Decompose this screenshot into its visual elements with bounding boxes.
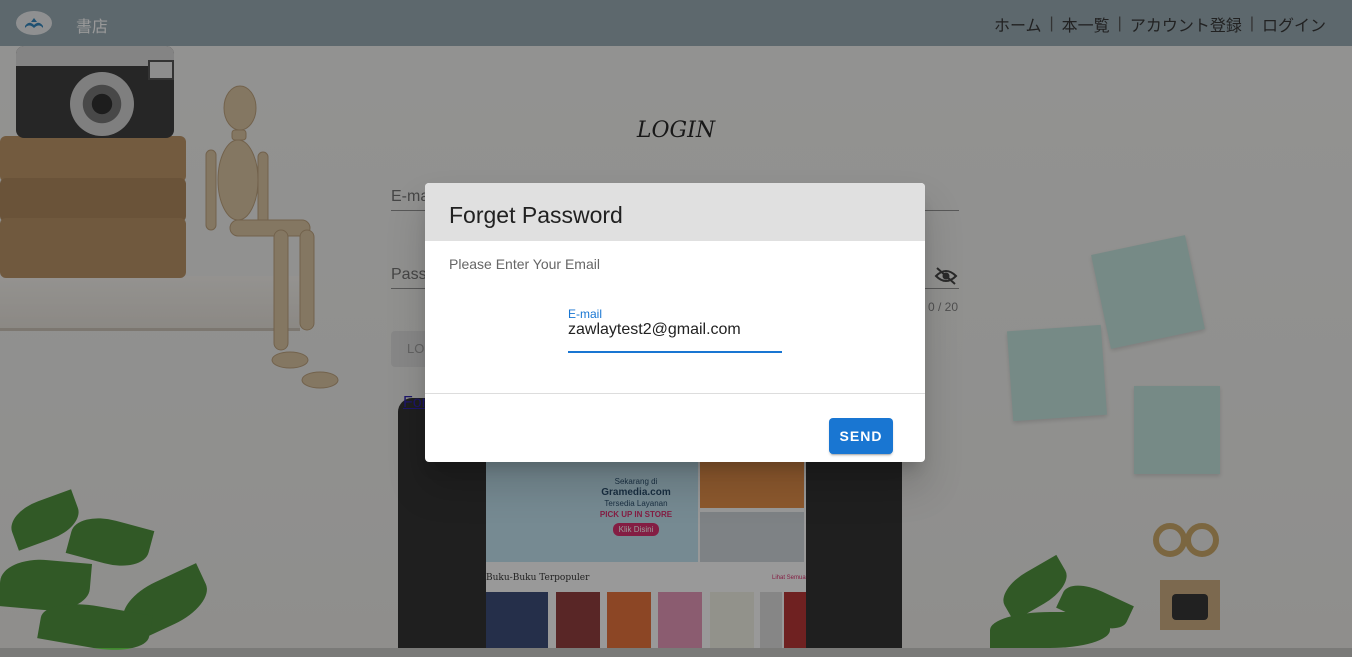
dialog-divider bbox=[425, 393, 925, 394]
dialog-title: Forget Password bbox=[449, 202, 623, 228]
forget-password-dialog: Forget Password Please Enter Your Email … bbox=[425, 183, 925, 462]
send-button[interactable]: SEND bbox=[829, 418, 893, 454]
dialog-header: Forget Password bbox=[425, 183, 925, 241]
dialog-email-field[interactable]: E-mail bbox=[568, 306, 782, 353]
dialog-email-input[interactable] bbox=[568, 321, 782, 339]
dialog-subtitle: Please Enter Your Email bbox=[449, 256, 600, 272]
dialog-email-label: E-mail bbox=[568, 307, 603, 321]
